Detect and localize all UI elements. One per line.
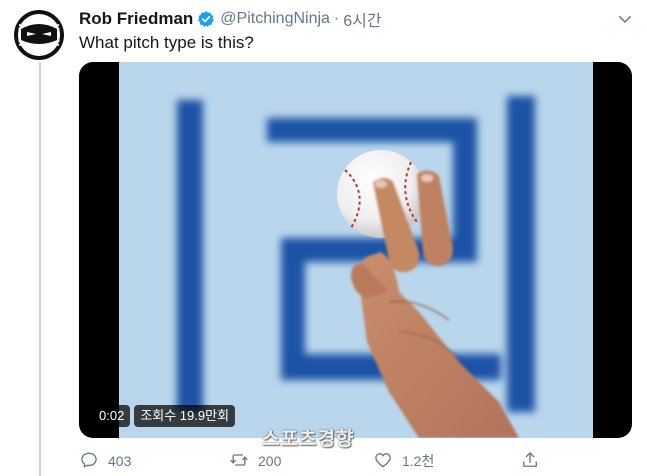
video-frame xyxy=(119,62,593,438)
tweet-time[interactable]: 6시간 xyxy=(343,7,381,31)
tweet-header: Rob Friedman @PitchingNinja · 6시간 xyxy=(79,8,382,30)
retweet-button[interactable]: 200 xyxy=(229,449,281,473)
share-icon xyxy=(520,450,540,473)
retweet-count: 200 xyxy=(258,453,282,469)
video-timestamp: 0:02 xyxy=(93,405,131,427)
video-player[interactable]: 0:02 조회수 19.9만회 xyxy=(79,62,632,438)
thread-line xyxy=(39,62,41,476)
like-button[interactable]: 1.2천 xyxy=(373,449,434,473)
watermark: 스포츠경향 xyxy=(262,429,355,450)
heart-icon xyxy=(373,450,393,473)
tweet[interactable]: Rob Friedman @PitchingNinja · 6시간 What p… xyxy=(0,0,647,476)
video-overlay: 0:02 조회수 19.9만회 xyxy=(93,404,236,428)
author-name[interactable]: Rob Friedman xyxy=(79,9,193,29)
ninja-baseball-avatar-icon xyxy=(14,10,64,60)
reply-button[interactable]: 403 xyxy=(79,449,131,473)
video-view-count: 조회수 19.9만회 xyxy=(134,405,236,427)
reply-count: 403 xyxy=(108,453,132,469)
avatar[interactable] xyxy=(13,9,65,61)
author-handle[interactable]: @PitchingNinja xyxy=(220,10,330,28)
chevron-down-icon[interactable] xyxy=(616,10,634,28)
reply-icon xyxy=(79,450,99,473)
verified-badge-icon xyxy=(197,10,215,28)
tweet-actions: 403 200 1.2천 xyxy=(79,449,559,473)
retweet-icon xyxy=(229,450,249,473)
tweet-text: What pitch type is this? xyxy=(79,33,254,52)
like-count: 1.2천 xyxy=(402,453,435,469)
separator-dot: · xyxy=(333,10,340,27)
share-button[interactable] xyxy=(520,449,540,473)
